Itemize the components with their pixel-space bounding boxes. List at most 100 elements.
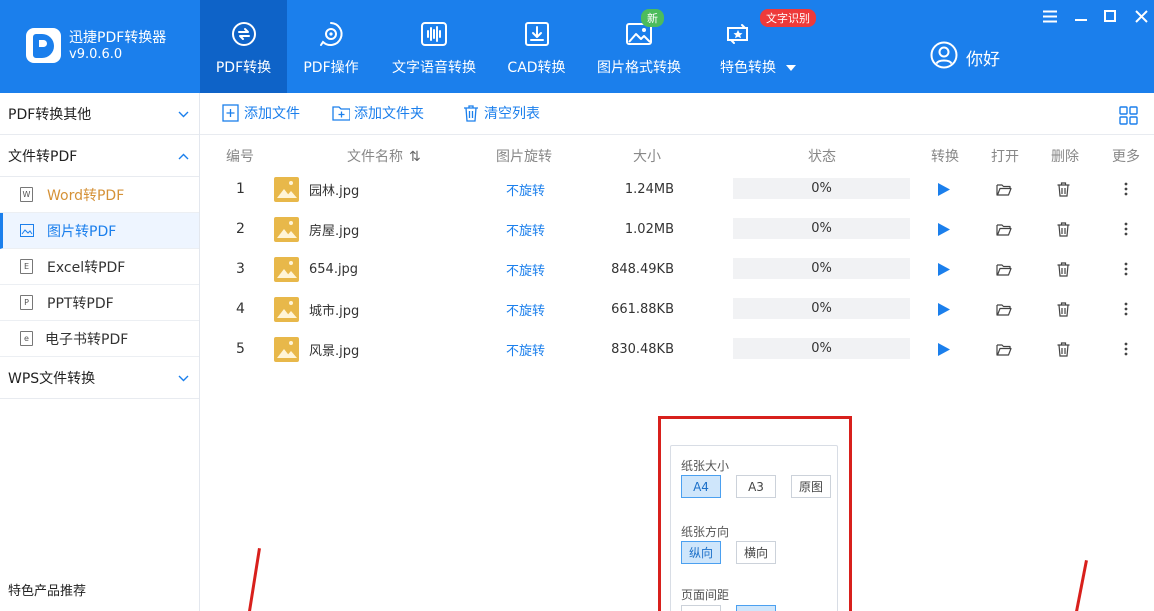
margin-option-selected-button[interactable] [736,605,776,611]
rotate-option[interactable]: 不旋转 [506,289,545,329]
orientation-portrait-button[interactable]: 纵向 [681,541,721,564]
play-icon[interactable] [937,169,951,209]
table-row[interactable]: 4 城市.jpg 不旋转 661.88KB 0% [200,289,1154,329]
grid-view-icon[interactable] [1119,106,1139,129]
add-file-button[interactable]: 添加文件 [222,103,300,123]
tab-cad-convert[interactable]: CAD转换 [493,0,580,93]
file-toolbar: 添加文件 添加文件夹 清空列表 [200,93,1154,135]
chevron-down-icon [786,65,796,71]
sidebar-item-ppt[interactable]: P PPT转PDF [0,285,199,321]
tab-text-speech[interactable]: 文字语音转换 [375,0,493,93]
rotate-option[interactable]: 不旋转 [506,209,545,249]
user-account[interactable]: 你好 [930,41,1000,73]
app-version: v9.0.6.0 [69,47,123,62]
open-folder-icon[interactable] [996,329,1012,369]
delete-icon[interactable] [1057,289,1070,329]
margin-option-button[interactable] [681,605,721,611]
more-icon[interactable] [1124,289,1128,329]
group-label: PDF转换其他 [8,106,92,123]
header-filename[interactable]: 文件名称 ⇅ [347,146,421,166]
maximize-icon[interactable] [1099,6,1121,26]
featured-products-label: 特色产品推荐 [8,584,87,599]
sidebar-item-word[interactable]: W Word转PDF [0,177,199,213]
row-number: 1 [236,181,245,197]
more-icon[interactable] [1124,209,1128,249]
open-folder-icon[interactable] [996,209,1012,249]
tab-label: 文字语音转换 [392,60,476,76]
sidebar-group-wps[interactable]: WPS文件转换 [0,357,199,399]
tab-special-convert[interactable]: 特色转换 文字识别 [698,0,818,93]
tab-image-format[interactable]: 图片格式转换 新 [580,0,698,93]
tab-label: PDF转换 [215,60,272,76]
paper-size-original-button[interactable]: 原图 [791,475,831,498]
open-folder-icon[interactable] [996,169,1012,209]
sidebar-item-image[interactable]: 图片转PDF [0,213,199,249]
header-delete: 删除 [1051,149,1079,165]
trash-icon [462,104,480,122]
orientation-landscape-button[interactable]: 横向 [736,541,776,564]
header-size: 大小 [633,149,661,165]
table-row[interactable]: 3 654.jpg 不旋转 848.49KB 0% [200,249,1154,289]
paper-size-a3-button[interactable]: A3 [736,475,776,498]
row-number: 2 [236,221,245,237]
sidebar-item-label: 图片转PDF [47,223,117,240]
excel-file-icon: E [20,259,33,274]
sidebar-group-pdf-other[interactable]: PDF转换其他 [0,93,199,135]
more-icon[interactable] [1124,169,1128,209]
rotate-option[interactable]: 不旋转 [506,169,545,209]
tab-pdf-convert[interactable]: PDF转换 [200,0,287,93]
sidebar-group-file-to-pdf[interactable]: 文件转PDF [0,135,199,177]
close-icon[interactable] [1130,6,1152,26]
rotate-option[interactable]: 不旋转 [506,329,545,369]
image-thumbnail-icon [274,209,299,249]
tab-label: CAD转换 [507,60,566,76]
file-size: 830.48KB [611,341,674,357]
progress-text: 0% [811,221,832,236]
file-name: 房屋.jpg [309,223,360,239]
audio-wave-icon [419,19,449,49]
sidebar-item-label: PPT转PDF [47,295,114,312]
app-logo [26,28,61,63]
add-folder-label: 添加文件夹 [354,106,424,122]
menu-icon[interactable] [1039,6,1061,26]
rotate-option[interactable]: 不旋转 [506,249,545,289]
table-row[interactable]: 1 园林.jpg 不旋转 1.24MB 0% [200,169,1154,209]
chevron-down-icon [178,370,189,386]
gear-doc-icon [316,19,346,49]
progress-bar: 0% [733,298,910,319]
margin-label: 页面间距 [681,588,730,602]
play-icon[interactable] [937,329,951,369]
more-icon[interactable] [1124,329,1128,369]
play-icon[interactable] [937,209,951,249]
file-size: 661.88KB [611,301,674,317]
minimize-icon[interactable] [1070,6,1092,26]
new-badge: 新 [641,9,664,27]
annotation-line-left [247,548,261,611]
delete-icon[interactable] [1057,209,1070,249]
table-row[interactable]: 2 房屋.jpg 不旋转 1.02MB 0% [200,209,1154,249]
add-folder-button[interactable]: 添加文件夹 [332,103,424,123]
row-number: 4 [236,301,245,317]
open-folder-icon[interactable] [996,249,1012,289]
clear-list-button[interactable]: 清空列表 [462,103,540,123]
progress-text: 0% [811,341,832,356]
group-label: WPS文件转换 [8,370,96,387]
chevron-down-icon [178,106,189,122]
tab-pdf-operate[interactable]: PDF操作 [287,0,375,93]
main-nav: PDF转换 PDF操作 文字语音转换 CAD转换 图片格式转换 新 特色转换 文… [200,0,818,93]
image-thumbnail-icon [274,289,299,329]
table-row[interactable]: 5 风景.jpg 不旋转 830.48KB 0% [200,329,1154,369]
open-folder-icon[interactable] [996,289,1012,329]
delete-icon[interactable] [1057,249,1070,289]
delete-icon[interactable] [1057,329,1070,369]
play-icon[interactable] [937,249,951,289]
paper-size-a4-button[interactable]: A4 [681,475,721,498]
file-name: 风景.jpg [309,343,360,359]
image-file-icon [20,224,34,237]
delete-icon[interactable] [1057,169,1070,209]
sidebar-item-excel[interactable]: E Excel转PDF [0,249,199,285]
play-icon[interactable] [937,289,951,329]
more-icon[interactable] [1124,249,1128,289]
sidebar-item-ebook[interactable]: e 电子书转PDF [0,321,199,357]
progress-bar: 0% [733,218,910,239]
